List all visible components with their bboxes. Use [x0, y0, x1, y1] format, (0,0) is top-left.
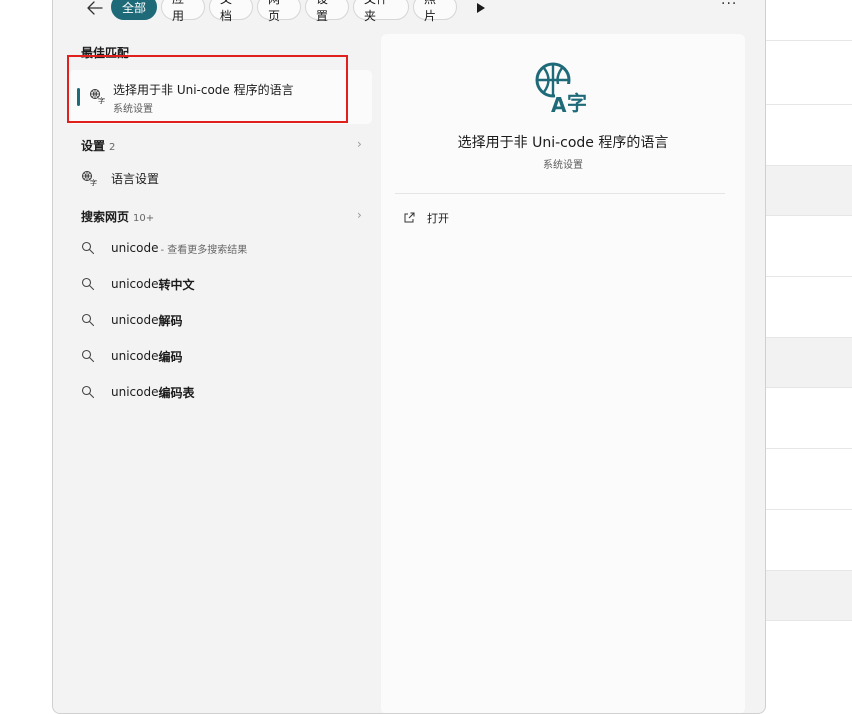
svg-text:字: 字 [90, 178, 97, 186]
web-result-suggestion: 解码 [158, 313, 183, 328]
background-row [764, 215, 852, 274]
web-result-item[interactable]: unicode - 查看更多搜索结果 [81, 238, 247, 258]
open-action-label: 打开 [427, 212, 449, 225]
preview-title: 选择用于非 Uni-code 程序的语言 [457, 135, 669, 151]
background-window [764, 0, 852, 714]
web-result-query: unicode [111, 349, 159, 363]
svg-text:A: A [551, 93, 567, 116]
search-icon [81, 348, 101, 364]
more-options-button[interactable]: ··· [721, 0, 737, 12]
web-result-query: unicode [111, 277, 159, 291]
search-icon [81, 240, 101, 256]
settings-section-label: 设置 [81, 139, 106, 153]
settings-section-expand-icon[interactable]: › [357, 137, 362, 151]
background-row [764, 104, 852, 163]
open-action[interactable]: 打开 [403, 210, 449, 226]
search-icon [81, 312, 101, 328]
preview-subtitle: 系统设置 [543, 160, 583, 171]
background-row [764, 40, 852, 101]
web-section-count: 10+ [133, 213, 155, 224]
web-section-label: 搜索网页 [81, 210, 130, 224]
svg-text:字: 字 [567, 91, 587, 115]
preview-pane: A 字 选择用于非 Uni-code 程序的语言 系统设置 打开 [381, 34, 745, 713]
background-row [764, 337, 852, 388]
open-external-icon [404, 212, 415, 223]
web-section-heading: 搜索网页 10+ [81, 208, 154, 225]
settings-section-count: 2 [109, 142, 116, 153]
search-icon [81, 384, 101, 400]
filter-bar: 全部 应用 文档 网页 设置 文件夹 照片 ··· [53, 0, 765, 23]
language-icon: 字 [81, 170, 101, 186]
web-result-item[interactable]: unicode 编码表 [81, 382, 195, 402]
tab-documents[interactable]: 文档 [209, 0, 253, 23]
web-result-suggestion: 编码 [158, 349, 183, 364]
background-row [764, 570, 852, 621]
highlight-annotation-box [67, 55, 348, 123]
background-row [764, 509, 852, 568]
tab-photos[interactable]: 照片 [413, 0, 457, 23]
settings-section-heading: 设置 2 [81, 137, 115, 154]
list-item-label: 语言设置 [111, 171, 160, 186]
background-row [764, 448, 852, 507]
background-row [764, 276, 852, 335]
web-section-expand-icon[interactable]: › [357, 208, 362, 222]
language-settings-large-icon: A 字 [535, 62, 589, 116]
tab-settings[interactable]: 设置 [305, 0, 349, 23]
web-result-suggestion: 编码表 [158, 385, 195, 400]
web-result-query: unicode [111, 313, 159, 327]
more-filters-play-icon[interactable] [475, 2, 487, 14]
background-row [764, 620, 852, 679]
web-result-query: unicode [111, 385, 159, 399]
web-result-query: unicode [111, 241, 159, 255]
back-arrow-icon [87, 1, 103, 15]
back-button[interactable] [83, 0, 107, 19]
list-item-language-settings[interactable]: 字 语言设置 [81, 168, 159, 188]
tab-apps[interactable]: 应用 [161, 0, 205, 23]
preview-divider [395, 193, 725, 194]
tab-folders[interactable]: 文件夹 [353, 0, 409, 23]
web-result-hint: - 查看更多搜索结果 [160, 244, 248, 256]
web-result-item[interactable]: unicode 转中文 [81, 274, 195, 294]
search-panel: 全部 应用 文档 网页 设置 文件夹 照片 ··· 最佳匹配 字 选择用于非 U… [52, 0, 766, 714]
tab-all[interactable]: 全部 [111, 0, 157, 20]
background-row [764, 387, 852, 446]
search-icon [81, 276, 101, 292]
web-result-item[interactable]: unicode 解码 [81, 310, 183, 330]
tab-web[interactable]: 网页 [257, 0, 301, 23]
background-row [764, 165, 852, 216]
web-result-item[interactable]: unicode 编码 [81, 346, 183, 366]
web-result-suggestion: 转中文 [158, 277, 195, 292]
